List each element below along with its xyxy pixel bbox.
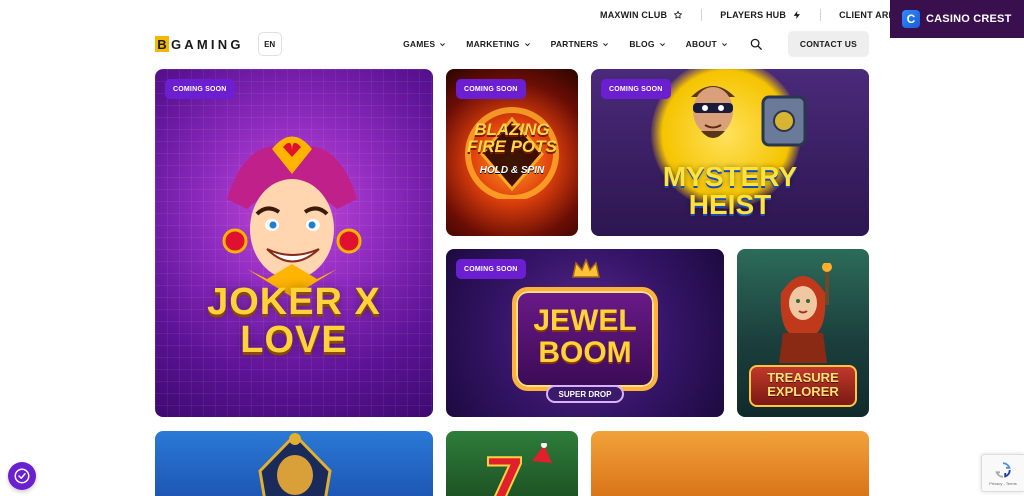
coming-soon-badge: COMING SOON bbox=[165, 79, 235, 99]
nav-marketing-label: MARKETING bbox=[466, 39, 520, 49]
title-line: HEIST bbox=[688, 189, 772, 220]
chevron-down-icon bbox=[524, 41, 531, 48]
joker-x-love-title: JOKER X LOVE bbox=[207, 281, 381, 361]
hold-and-spin-subtitle: HOLD & SPIN bbox=[479, 165, 545, 176]
main-header: B GAMING EN GAMES MARKETING PARTNERS BLO… bbox=[155, 30, 869, 58]
divider bbox=[701, 9, 703, 21]
coming-soon-badge: COMING SOON bbox=[456, 79, 526, 99]
search-icon bbox=[750, 38, 762, 50]
chevron-down-icon bbox=[659, 41, 666, 48]
players-hub-label: PLAYERS HUB bbox=[720, 10, 787, 20]
lucky-seven-illustration: 7 bbox=[483, 443, 552, 496]
main-nav: GAMES MARKETING PARTNERS BLOG ABOUT bbox=[403, 39, 728, 49]
game-card-blazing-fire-pots[interactable]: COMING SOON BLAZING FIRE POTS HOLD & SPI… bbox=[446, 69, 578, 236]
nav-blog[interactable]: BLOG bbox=[629, 39, 665, 49]
title-line: BOOM bbox=[538, 335, 632, 369]
game-card-treasure-explorer[interactable]: TREASURE EXPLORER bbox=[737, 249, 869, 417]
joker-illustration bbox=[222, 136, 362, 297]
nav-blog-label: BLOG bbox=[629, 39, 655, 49]
coming-soon-badge: COMING SOON bbox=[456, 259, 526, 279]
nav-marketing[interactable]: MARKETING bbox=[466, 39, 530, 49]
utility-bar: MAXWIN CLUB PLAYERS HUB CLIENT AREA bbox=[600, 0, 917, 30]
maxwin-club-label: MAXWIN CLUB bbox=[600, 10, 668, 20]
jewel-boom-title: JEWEL BOOM bbox=[446, 305, 724, 368]
brand-wordmark: GAMING bbox=[171, 36, 244, 52]
svg-text:7: 7 bbox=[484, 446, 526, 496]
super-drop-label: SUPER DROP bbox=[546, 385, 624, 403]
treasure-explorer-title: TREASURE EXPLORER bbox=[737, 370, 869, 400]
casino-crest-logo-icon: C bbox=[902, 10, 920, 28]
chevron-down-icon bbox=[602, 41, 609, 48]
brand-letter-b: B bbox=[155, 36, 169, 52]
maxwin-club-link[interactable]: MAXWIN CLUB bbox=[600, 10, 683, 20]
recaptcha-icon bbox=[995, 461, 1011, 478]
pharaoh-illustration bbox=[258, 432, 332, 496]
crown-icon bbox=[572, 257, 600, 278]
game-card-orange[interactable] bbox=[591, 431, 869, 496]
vault-icon bbox=[761, 95, 807, 147]
casino-crest-label: CASINO CREST bbox=[926, 13, 1012, 25]
thief-illustration bbox=[691, 86, 735, 138]
bgaming-logo[interactable]: B GAMING bbox=[155, 36, 244, 52]
game-card-pharaoh[interactable] bbox=[155, 431, 433, 496]
blazing-fire-pots-title: BLAZING FIRE POTS bbox=[446, 121, 578, 155]
search-button[interactable] bbox=[748, 36, 764, 52]
title-line: MYSTERY bbox=[662, 161, 798, 192]
recaptcha-badge[interactable]: Privacy - Terms bbox=[981, 454, 1024, 492]
coming-soon-badge: COMING SOON bbox=[601, 79, 671, 99]
title-line: EXPLORER bbox=[767, 384, 839, 400]
nav-about[interactable]: ABOUT bbox=[686, 39, 728, 49]
chevron-down-icon bbox=[439, 41, 446, 48]
nav-about-label: ABOUT bbox=[685, 39, 717, 49]
divider bbox=[820, 9, 822, 21]
contact-us-button[interactable]: CONTACT US bbox=[787, 31, 869, 57]
explorer-illustration bbox=[779, 263, 832, 363]
chevron-down-icon bbox=[721, 41, 728, 48]
game-card-jewel-boom[interactable]: COMING SOON JEWEL BOOM SUPER DROP bbox=[446, 249, 724, 417]
nav-games[interactable]: GAMES bbox=[403, 39, 446, 49]
star-icon bbox=[673, 10, 683, 20]
language-switcher[interactable]: EN bbox=[257, 32, 282, 56]
title-line: BLAZING bbox=[474, 120, 550, 139]
nav-games-label: GAMES bbox=[403, 39, 436, 49]
game-card-joker-x-love[interactable]: COMING SOON JOKER X LOVE bbox=[155, 69, 433, 417]
game-card-sevens[interactable]: 7 bbox=[446, 431, 578, 496]
mystery-heist-title: MYSTERY HEIST bbox=[591, 163, 869, 219]
game-card-mystery-heist[interactable]: COMING SOON MYSTERY HEIST bbox=[591, 69, 869, 236]
title-line: FIRE POTS bbox=[467, 137, 557, 156]
lightning-icon bbox=[792, 10, 802, 20]
recaptcha-footer[interactable]: Privacy - Terms bbox=[989, 481, 1016, 486]
title-line: TREASURE bbox=[767, 370, 839, 385]
accessibility-widget-button[interactable] bbox=[8, 462, 36, 490]
casino-crest-badge[interactable]: C CASINO CREST bbox=[890, 0, 1024, 38]
nav-partners[interactable]: PARTNERS bbox=[551, 39, 610, 49]
players-hub-link[interactable]: PLAYERS HUB bbox=[720, 10, 802, 20]
accessibility-icon bbox=[14, 468, 30, 484]
nav-partners-label: PARTNERS bbox=[550, 39, 599, 49]
title-line: JEWEL bbox=[533, 304, 637, 337]
